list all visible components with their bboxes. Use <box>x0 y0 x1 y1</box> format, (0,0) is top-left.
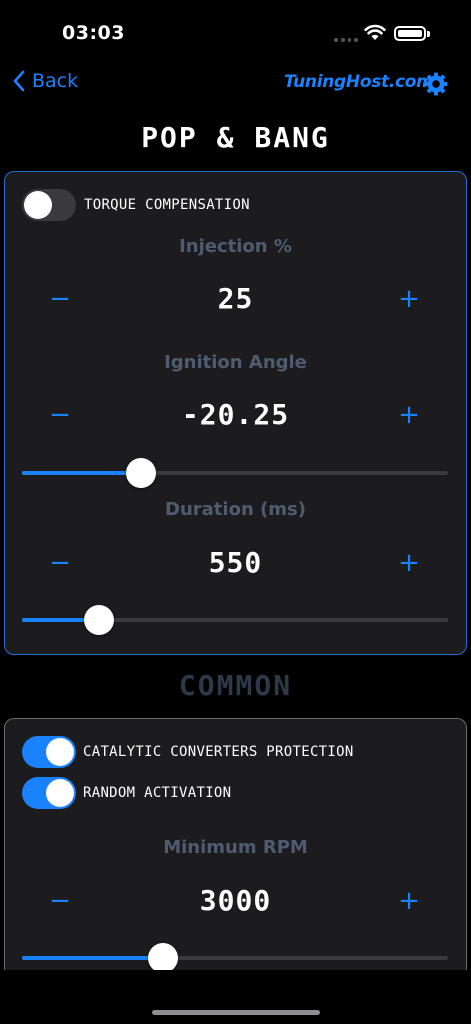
slider-fill <box>22 471 142 475</box>
home-indicator[interactable] <box>152 1010 320 1015</box>
random-activation-label: RANDOM ACTIVATION <box>83 785 232 801</box>
minimum-rpm-slider[interactable] <box>22 943 448 973</box>
injection-increment-button[interactable]: + <box>394 284 424 314</box>
torque-compensation-toggle[interactable] <box>22 189 76 221</box>
catalytic-protection-label: CATALYTIC CONVERTERS PROTECTION <box>83 744 354 760</box>
injection-label: Injection % <box>179 236 292 257</box>
section-title-pop-bang: POP & BANG <box>141 121 330 154</box>
toggle-knob <box>24 191 52 219</box>
wifi-icon <box>364 24 386 45</box>
cellular-signal-icon <box>334 38 358 42</box>
section-title-common: COMMON <box>178 669 293 702</box>
min-rpm-increment-button[interactable]: + <box>394 886 424 916</box>
toggle-knob <box>46 779 74 807</box>
ignition-angle-label: Ignition Angle <box>164 352 307 373</box>
slider-fill <box>22 956 163 960</box>
back-label: Back <box>32 70 79 92</box>
status-time: 03:03 <box>62 22 125 44</box>
brand-logo-text: TuningHost.com <box>284 72 434 92</box>
chevron-left-icon <box>13 70 25 92</box>
slider-thumb[interactable] <box>83 605 114 635</box>
gear-icon[interactable] <box>423 71 449 101</box>
catalytic-protection-toggle[interactable] <box>22 736 76 768</box>
back-button[interactable]: Back <box>12 70 78 92</box>
toggle-knob <box>46 738 74 766</box>
ignition-angle-slider[interactable] <box>22 458 448 488</box>
torque-compensation-label: TORQUE COMPENSATION <box>84 197 250 213</box>
random-activation-toggle[interactable] <box>22 777 76 809</box>
ignition-increment-button[interactable]: + <box>394 400 424 430</box>
duration-increment-button[interactable]: + <box>394 548 424 578</box>
slider-thumb[interactable] <box>147 943 178 973</box>
battery-tip <box>427 31 430 37</box>
battery-icon <box>394 26 426 41</box>
duration-label: Duration (ms) <box>165 499 306 520</box>
bottom-safe-area <box>0 970 471 1024</box>
minimum-rpm-label: Minimum RPM <box>163 837 308 858</box>
duration-slider[interactable] <box>22 605 448 635</box>
